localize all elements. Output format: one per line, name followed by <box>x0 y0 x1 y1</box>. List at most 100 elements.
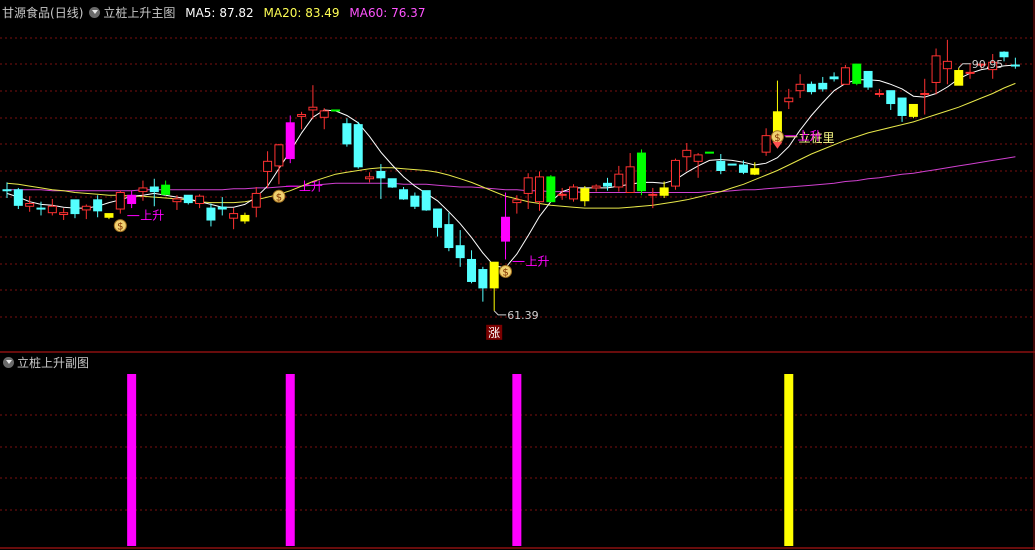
stock-name: 甘源食品 <box>2 6 51 20</box>
signal-bar <box>512 374 522 546</box>
coin-glyph: $ <box>276 192 282 203</box>
rise-label: 上升 <box>140 209 164 223</box>
ma5-value: 87.82 <box>219 6 254 20</box>
candle-body <box>319 110 329 118</box>
high-marker-leader <box>958 63 971 69</box>
candle-body <box>886 90 896 105</box>
coin-icon <box>499 264 513 278</box>
candle-body <box>784 97 794 103</box>
candle-body <box>229 213 239 219</box>
candle-body <box>59 212 69 216</box>
coin-glyph: $ <box>502 267 508 278</box>
candle-body <box>104 213 114 218</box>
candle-body <box>70 199 80 215</box>
low-value-label: 61.39 <box>507 309 539 322</box>
candle-body <box>988 61 998 71</box>
candle-body <box>580 188 590 202</box>
coin-glyph: $ <box>117 222 123 233</box>
candle-body <box>806 83 816 93</box>
ma60-readout: MA60: 76.37 <box>349 3 425 23</box>
ma20-line <box>6 82 1016 209</box>
candle-body <box>738 164 748 173</box>
candle-body <box>81 205 91 211</box>
candle-body <box>365 176 375 180</box>
candle-body <box>308 106 318 111</box>
candle-body <box>331 109 341 112</box>
main-indicator-name[interactable]: 立桩上升主图 <box>103 3 175 23</box>
candle-body <box>535 176 545 203</box>
candle-body <box>47 205 57 214</box>
candle-body <box>263 160 273 172</box>
coin-icon <box>113 219 127 233</box>
candle-body <box>761 135 771 153</box>
candle-body <box>240 214 250 222</box>
candle-body <box>353 124 363 168</box>
indicator-dropdown-icon[interactable] <box>89 7 101 18</box>
candle-body <box>546 176 556 203</box>
rise-arrow-icon <box>772 141 783 149</box>
candle-body <box>206 207 216 221</box>
candle-body <box>1010 64 1020 67</box>
candle-body <box>387 178 397 188</box>
rise-label: 上升 <box>299 179 323 193</box>
candle-body <box>127 194 137 205</box>
candle-body <box>569 186 578 200</box>
candle-body <box>750 168 760 175</box>
candle-body <box>149 186 159 193</box>
candle-body <box>852 63 862 84</box>
candle-body <box>704 151 714 154</box>
ma5-line <box>6 64 1016 269</box>
candle-body <box>501 216 511 242</box>
candle-body <box>772 111 782 133</box>
candle-body <box>433 208 443 228</box>
pile-label: 立桩里 <box>798 130 834 145</box>
candle-body <box>183 194 193 204</box>
candle-body <box>251 192 261 208</box>
candle-body <box>920 92 930 95</box>
candle-body <box>285 122 295 160</box>
candle-body <box>455 245 465 259</box>
candle-body <box>489 261 499 289</box>
candle-body <box>512 199 522 204</box>
coin-icon <box>770 130 784 144</box>
candle-body <box>591 185 601 189</box>
candle-body <box>444 224 454 249</box>
candle-body <box>874 92 884 95</box>
candle-body <box>557 193 567 196</box>
candle-body <box>138 187 148 193</box>
candle-body <box>614 173 624 188</box>
rise-label: 上升 <box>526 254 550 268</box>
candle-body <box>467 258 477 282</box>
ma5-label: MA5: <box>185 6 216 20</box>
signal-bar <box>127 374 137 546</box>
low-marker-leader <box>493 310 507 316</box>
candle-body <box>625 166 635 194</box>
coin-glyph: $ <box>774 133 780 144</box>
candle-body <box>648 193 658 196</box>
stock-period: (日线) <box>50 6 84 20</box>
candle-body <box>13 189 23 206</box>
candle-body <box>376 170 386 179</box>
candle-body <box>421 190 431 211</box>
candle-body <box>999 51 1009 58</box>
candle-body <box>2 189 12 192</box>
sub-panel-header: 立桩上升副图 <box>0 353 89 373</box>
high-value-label: 90.95 <box>972 58 1004 71</box>
sub-indicator-name[interactable]: 立桩上升副图 <box>17 353 89 373</box>
candle-body <box>863 70 873 88</box>
candle-body <box>36 207 46 210</box>
chart-canvas[interactable]: $ 上升 $ 上升 $ 上升 $ 立桩里上升 90.95 61.39 涨 <box>0 0 1035 550</box>
candle-body <box>795 83 805 92</box>
ma60-line <box>7 156 1016 193</box>
main-panel-header: 甘源食品(日线) 立桩上升主图 MA5: 87.82 MA20: 83.49 MA… <box>0 3 431 23</box>
candle-body <box>342 123 352 145</box>
ma5-readout: MA5: 87.82 <box>185 3 253 23</box>
candle-body <box>161 184 171 195</box>
rise-label: 上升 <box>797 129 821 143</box>
ma20-label: MA20: <box>263 6 302 20</box>
candle-body <box>172 198 182 203</box>
candle-body <box>25 203 35 207</box>
candle-body <box>93 199 103 212</box>
candle-body <box>897 97 907 116</box>
sub-indicator-dropdown-icon[interactable] <box>3 357 14 368</box>
